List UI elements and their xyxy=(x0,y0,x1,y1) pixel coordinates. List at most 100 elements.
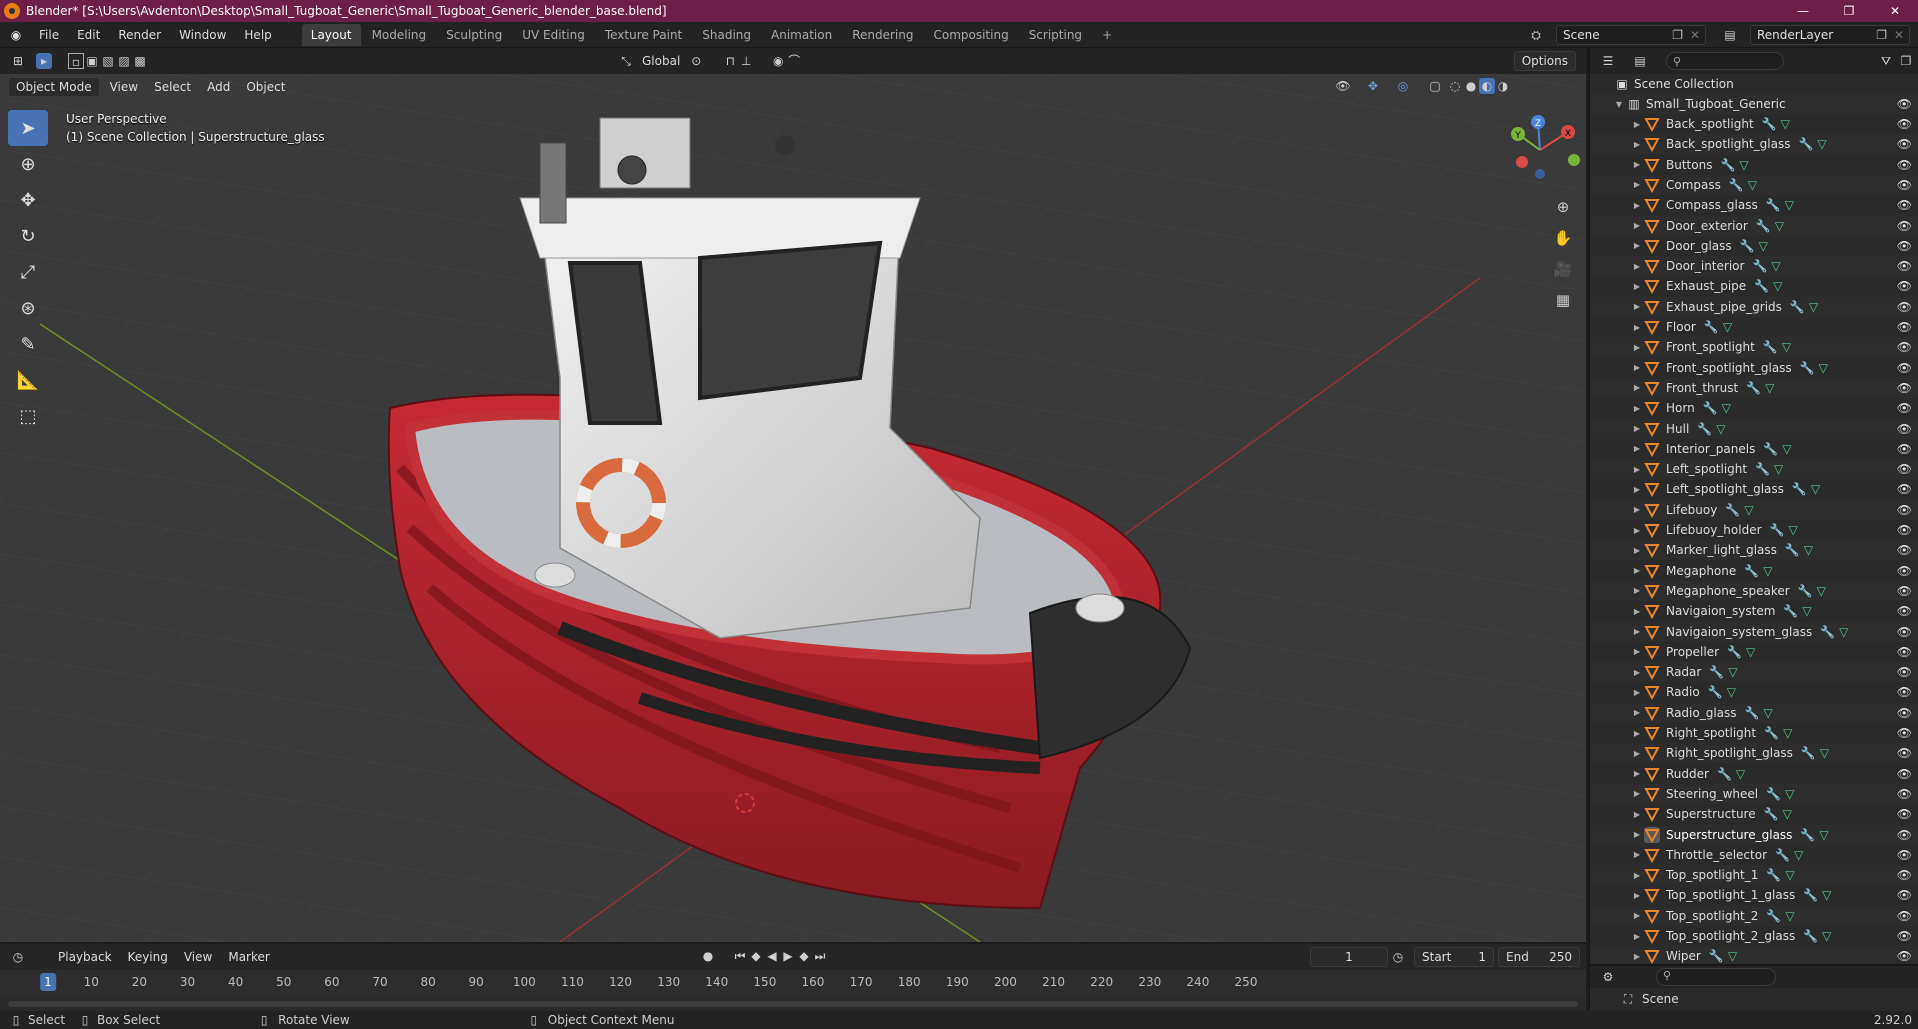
outliner-object-row[interactable]: ▶ Top_spotlight_2_glass 🔧 ▽ 👁 xyxy=(1590,926,1918,946)
delete-view-layer-icon[interactable]: ✕ xyxy=(1894,28,1904,42)
expand-icon[interactable]: ▶ xyxy=(1630,526,1644,535)
mesh-data-icon[interactable]: ▽ xyxy=(1736,767,1745,781)
proportional-falloff-icon[interactable]: ⌒ xyxy=(786,53,802,69)
mesh-data-icon[interactable]: ▽ xyxy=(1783,807,1792,821)
visibility-eye-icon[interactable]: 👁 xyxy=(1897,564,1912,578)
outliner-object-row[interactable]: ▶ Interior_panels 🔧 ▽ 👁 xyxy=(1590,439,1918,459)
shading-rendered-icon[interactable]: ◑ xyxy=(1495,78,1511,94)
rotate-tool-icon[interactable]: ↻ xyxy=(8,218,48,254)
mesh-data-icon[interactable]: ▽ xyxy=(1728,949,1737,963)
mesh-data-icon[interactable]: ▽ xyxy=(1727,685,1736,699)
visibility-eye-icon[interactable]: 👁 xyxy=(1897,706,1912,720)
mesh-data-icon[interactable]: ▽ xyxy=(1723,320,1732,334)
measure-tool-icon[interactable]: 📐 xyxy=(8,362,48,398)
visibility-eye-icon[interactable]: 👁 xyxy=(1897,503,1912,517)
modifier-wrench-icon[interactable]: 🔧 xyxy=(1704,320,1719,334)
expand-icon[interactable]: ▶ xyxy=(1630,607,1644,616)
visibility-eye-icon[interactable]: 👁 xyxy=(1897,259,1912,273)
outliner-object-row[interactable]: ▶ Top_spotlight_2 🔧 ▽ 👁 xyxy=(1590,905,1918,926)
navigation-gizmo[interactable]: X Z Y xyxy=(1500,110,1580,190)
tab-scripting[interactable]: Scripting xyxy=(1020,24,1091,46)
outliner-object-row[interactable]: ▶ Compass_glass 🔧 ▽ 👁 xyxy=(1590,195,1918,215)
mesh-data-icon[interactable]: ▽ xyxy=(1809,300,1818,314)
tab-sculpting[interactable]: Sculpting xyxy=(437,24,511,46)
modifier-wrench-icon[interactable]: 🔧 xyxy=(1752,259,1767,273)
minimize-button[interactable]: — xyxy=(1780,0,1826,22)
mesh-data-icon[interactable]: ▽ xyxy=(1811,482,1820,496)
visibility-eye-icon[interactable]: 👁 xyxy=(1897,848,1912,862)
outliner-object-row[interactable]: ▶ Lifebuoy 🔧 ▽ 👁 xyxy=(1590,499,1918,520)
expand-icon[interactable]: ▶ xyxy=(1630,688,1644,697)
menu-edit[interactable]: Edit xyxy=(68,22,109,48)
outliner-object-row[interactable]: ▶ Wiper 🔧 ▽ 👁 xyxy=(1590,946,1918,964)
mesh-data-icon[interactable]: ▽ xyxy=(1822,929,1831,943)
visibility-eye-icon[interactable]: 👁 xyxy=(1897,158,1912,172)
mesh-data-icon[interactable]: ▽ xyxy=(1765,381,1774,395)
expand-icon[interactable]: ▶ xyxy=(1630,891,1644,900)
mesh-data-icon[interactable]: ▽ xyxy=(1785,868,1794,882)
scene-props-icon[interactable]: ⛶ xyxy=(1620,991,1636,1007)
visibility-eye-icon[interactable]: 👁 xyxy=(1897,625,1912,639)
timeline-scrollbar[interactable] xyxy=(8,1001,1578,1007)
modifier-wrench-icon[interactable]: 🔧 xyxy=(1727,645,1742,659)
modifier-wrench-icon[interactable]: 🔧 xyxy=(1766,868,1781,882)
outliner-object-row[interactable]: ▶ Steering_wheel 🔧 ▽ 👁 xyxy=(1590,783,1918,804)
expand-icon[interactable]: ▶ xyxy=(1630,241,1644,250)
next-keyframe-icon[interactable]: ◆ xyxy=(796,948,812,964)
expand-icon[interactable]: ▶ xyxy=(1630,627,1644,636)
jump-start-icon[interactable]: ⏮ xyxy=(732,948,748,964)
outliner-object-row[interactable]: ▶ Exhaust_pipe_grids 🔧 ▽ 👁 xyxy=(1590,296,1918,317)
tab-rendering[interactable]: Rendering xyxy=(843,24,922,46)
outliner-object-row[interactable]: ▶ Radio_glass 🔧 ▽ 👁 xyxy=(1590,702,1918,723)
scene-field[interactable]: Scene ❐ ✕ xyxy=(1556,25,1706,45)
expand-icon[interactable]: ▶ xyxy=(1630,505,1644,514)
visibility-eye-icon[interactable]: 👁 xyxy=(1897,543,1912,557)
modifier-wrench-icon[interactable]: 🔧 xyxy=(1800,828,1815,842)
outliner-object-row[interactable]: ▶ Lifebuoy_holder 🔧 ▽ 👁 xyxy=(1590,520,1918,540)
visibility-eye-icon[interactable]: 👁 xyxy=(1897,868,1912,882)
editor-type-icon[interactable]: ⊞ xyxy=(10,53,26,69)
visibility-eye-icon[interactable]: 👁 xyxy=(1897,746,1912,760)
visibility-eye-icon[interactable]: 👁 xyxy=(1897,807,1912,821)
modifier-wrench-icon[interactable]: 🔧 xyxy=(1803,929,1818,943)
mesh-data-icon[interactable]: ▽ xyxy=(1716,422,1725,436)
visibility-eye-icon[interactable]: 👁 xyxy=(1897,665,1912,679)
visibility-eye-icon[interactable]: 👁 xyxy=(1897,361,1912,375)
visibility-eye-icon[interactable]: 👁 xyxy=(1897,462,1912,476)
modifier-wrench-icon[interactable]: 🔧 xyxy=(1720,158,1735,172)
expand-icon[interactable]: ▶ xyxy=(1630,810,1644,819)
properties-editor-type-icon[interactable]: ⚙ xyxy=(1600,969,1616,985)
outliner-object-row[interactable]: ▶ Door_exterior 🔧 ▽ 👁 xyxy=(1590,215,1918,236)
view-layer-field[interactable]: RenderLayer ❐ ✕ xyxy=(1750,25,1910,45)
blender-menu-icon[interactable]: ◉ xyxy=(8,27,24,43)
modifier-wrench-icon[interactable]: 🔧 xyxy=(1766,198,1781,212)
start-frame-field[interactable]: Start 1 xyxy=(1414,947,1494,967)
menu-render[interactable]: Render xyxy=(109,22,170,48)
perspective-toggle-icon[interactable]: ▦ xyxy=(1549,286,1577,314)
outliner-object-row[interactable]: ▶ Hull 🔧 ▽ 👁 xyxy=(1590,418,1918,439)
modifier-wrench-icon[interactable]: 🔧 xyxy=(1697,422,1712,436)
cursor-tool-icon[interactable]: ⊕ xyxy=(8,146,48,182)
expand-icon[interactable]: ▶ xyxy=(1630,201,1644,210)
mesh-data-icon[interactable]: ▽ xyxy=(1819,828,1828,842)
mesh-data-icon[interactable]: ▽ xyxy=(1771,259,1780,273)
outliner-object-row[interactable]: ▶ Right_spotlight 🔧 ▽ 👁 xyxy=(1590,723,1918,743)
select-mode-intersect-icon[interactable]: ▩ xyxy=(132,53,148,69)
visibility-eye-icon[interactable]: 👁 xyxy=(1897,137,1912,151)
mesh-data-icon[interactable]: ▽ xyxy=(1763,706,1772,720)
modifier-wrench-icon[interactable]: 🔧 xyxy=(1703,401,1718,415)
tab-shading[interactable]: Shading xyxy=(693,24,760,46)
outliner-object-row[interactable]: ▶ Exhaust_pipe 🔧 ▽ 👁 xyxy=(1590,276,1918,296)
viewport-menu-add[interactable]: Add xyxy=(199,74,238,100)
annotate-tool-icon[interactable]: ✎ xyxy=(8,326,48,362)
timeline-editor-type-icon[interactable]: ◷ xyxy=(10,949,26,965)
visibility-eye-icon[interactable]: 👁 xyxy=(1897,381,1912,395)
visibility-eye-icon[interactable]: 👁 xyxy=(1897,422,1912,436)
new-scene-icon[interactable]: ❐ xyxy=(1672,28,1683,42)
expand-icon[interactable]: ▶ xyxy=(1630,262,1644,271)
outliner-editor-type-icon[interactable]: ☰ xyxy=(1600,53,1616,69)
expand-icon[interactable]: ▶ xyxy=(1630,120,1644,129)
mesh-data-icon[interactable]: ▽ xyxy=(1819,361,1828,375)
visibility-eye-icon[interactable]: 👁 xyxy=(1897,97,1912,111)
visibility-eye-icon[interactable]: 👁 xyxy=(1897,909,1912,923)
